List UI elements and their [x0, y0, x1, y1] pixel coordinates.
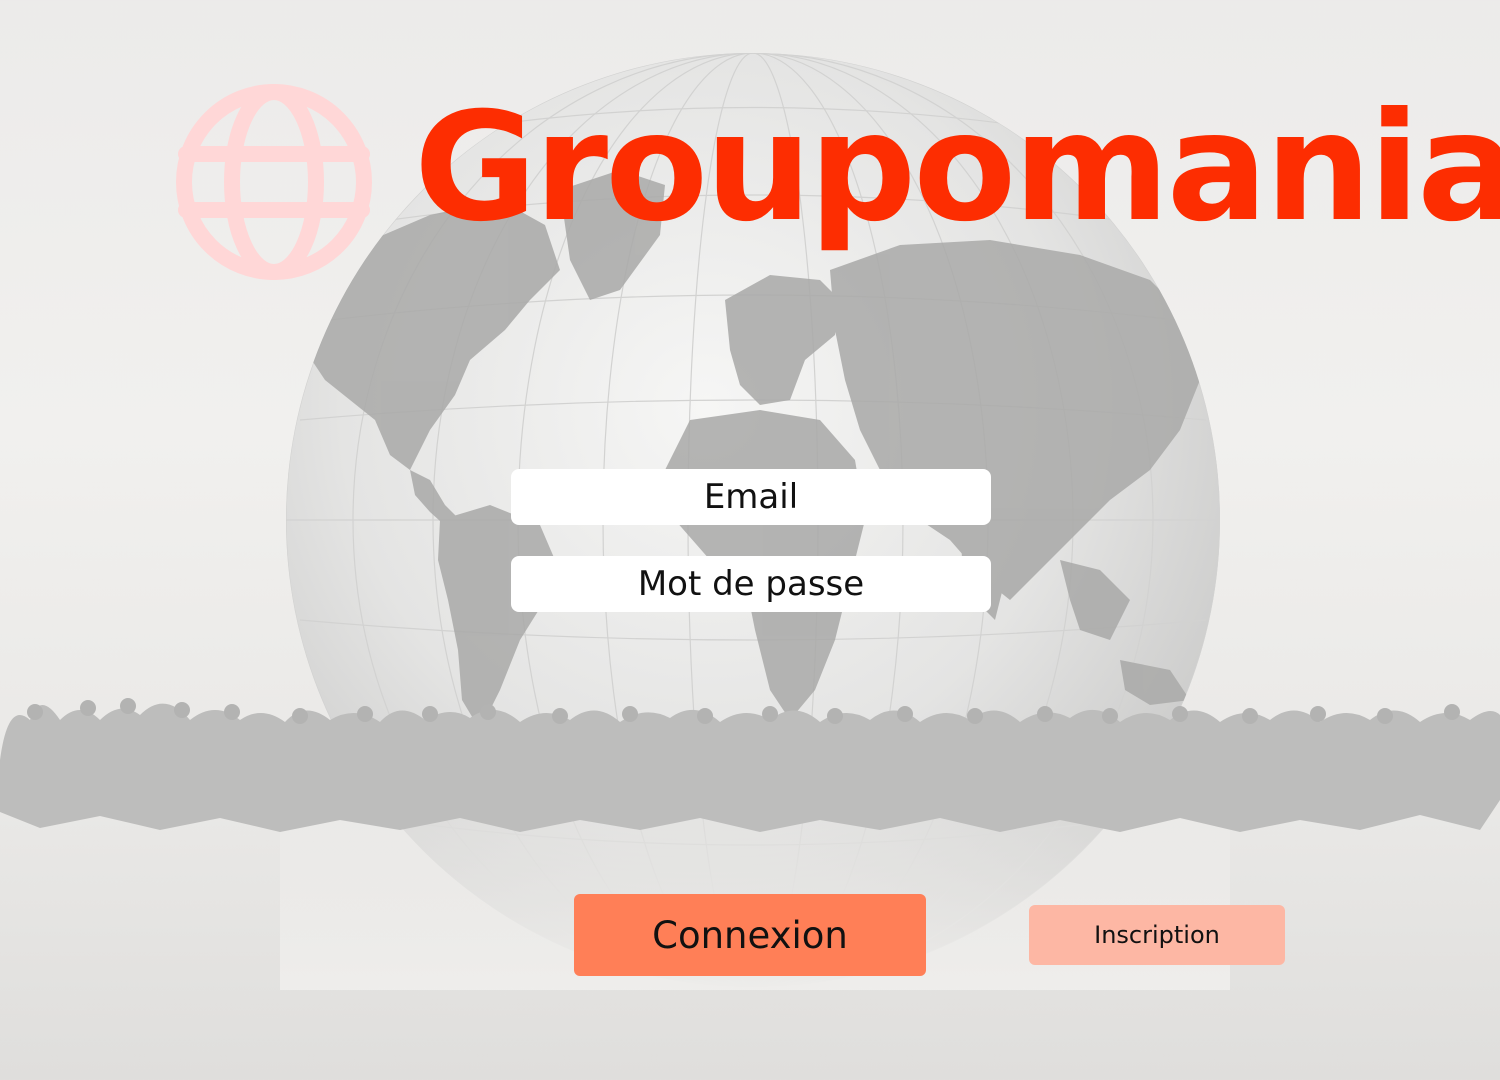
brand-name: Groupomania	[414, 81, 1500, 255]
login-button[interactable]: Connexion	[574, 894, 926, 976]
crowd-illustration	[0, 698, 1500, 832]
signup-button[interactable]: Inscription	[1029, 905, 1285, 965]
globe-icon	[176, 84, 372, 280]
signup-button-label: Inscription	[1094, 921, 1220, 949]
email-field[interactable]	[511, 469, 991, 525]
login-button-label: Connexion	[652, 913, 848, 957]
password-field[interactable]	[511, 556, 991, 612]
